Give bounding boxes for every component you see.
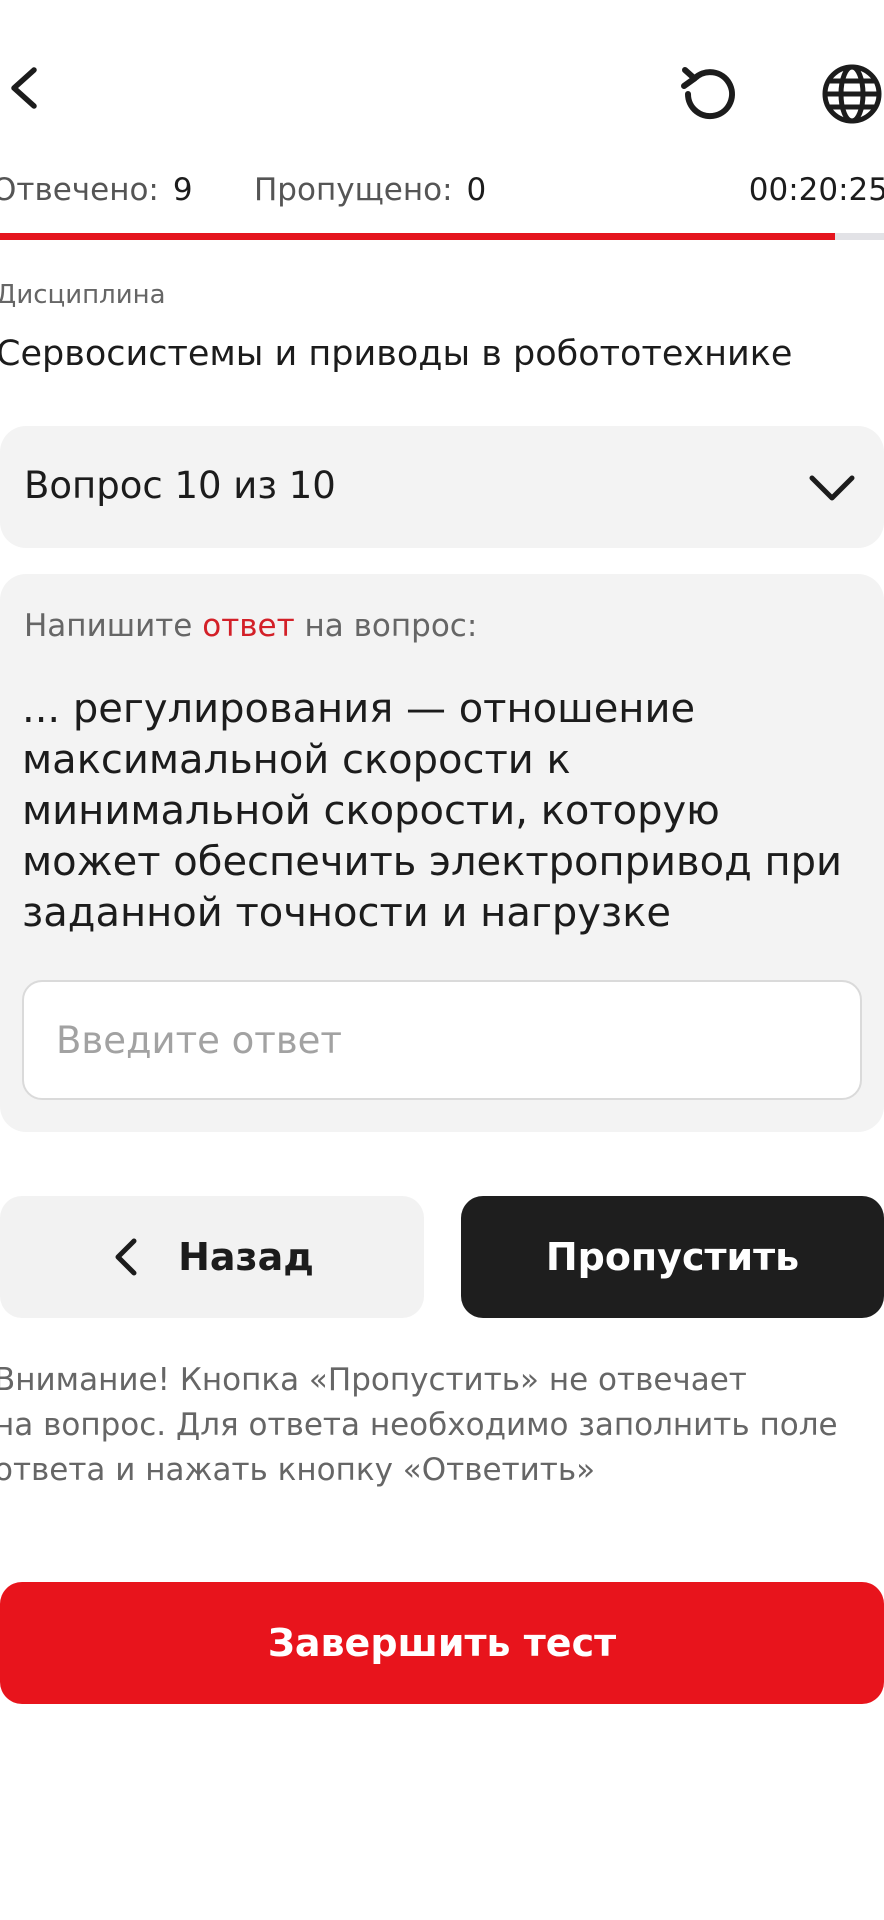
notice-line: на вопрос. Для ответа необходимо заполни… xyxy=(0,1407,838,1443)
question-text: ... регулирования — отношение максимальн… xyxy=(22,686,842,936)
skipped-value: 0 xyxy=(466,172,487,208)
notice-line: Внимание! Кнопка «Пропустить» не отвечае… xyxy=(0,1362,747,1398)
prompt-text-end: на вопрос: xyxy=(294,608,478,644)
answer-input[interactable] xyxy=(22,980,862,1100)
answered-label: Отвечено: xyxy=(0,172,159,208)
question-card: Напишите ответ на вопрос: ... регулирова… xyxy=(0,574,884,1132)
skip-button[interactable]: Пропустить xyxy=(461,1196,884,1318)
progress-bar xyxy=(0,233,884,240)
timer: 00:20:25 xyxy=(748,172,884,208)
skipped-count: Пропущено: 0 xyxy=(254,172,486,208)
test-screen: Отвечено: 9 Пропущено: 0 00:20:25 Дисципли… xyxy=(0,0,884,1920)
chevron-left-icon xyxy=(110,1235,140,1279)
discipline-label: Дисциплина xyxy=(0,280,166,310)
chevron-down-icon[interactable] xyxy=(806,466,858,510)
question-prompt: Напишите ответ на вопрос: xyxy=(24,608,477,644)
globe-icon[interactable] xyxy=(820,62,884,126)
prompt-text-start: Напишите xyxy=(24,608,203,644)
progress-fill xyxy=(0,233,836,240)
finish-test-label: Завершить тест xyxy=(267,1621,617,1665)
answer-stats: Отвечено: 9 Пропущено: 0 00:20:25 xyxy=(0,172,884,222)
answered-value: 9 xyxy=(172,172,193,208)
question-selector[interactable]: Вопрос 10 из 10 xyxy=(0,426,884,548)
answered-count: Отвечено: 9 xyxy=(0,172,193,208)
finish-test-button[interactable]: Завершить тест xyxy=(0,1582,884,1704)
prompt-accent-word: ответ xyxy=(202,608,295,644)
restart-icon[interactable] xyxy=(676,62,740,126)
back-chevron-icon[interactable] xyxy=(2,60,42,116)
notice-line: ответа и нажать кнопку «Ответить» xyxy=(0,1452,596,1488)
skip-notice: Внимание! Кнопка «Пропустить» не отвечае… xyxy=(0,1358,878,1493)
skip-button-label: Пропустить xyxy=(545,1235,800,1279)
skipped-label: Пропущено: xyxy=(254,172,453,208)
top-bar xyxy=(0,0,884,180)
discipline-name: Сервосистемы и приводы в робототехнике xyxy=(0,334,793,374)
question-number: Вопрос 10 из 10 xyxy=(24,464,336,507)
back-button[interactable]: Назад xyxy=(0,1196,424,1318)
back-button-label: Назад xyxy=(178,1235,314,1279)
